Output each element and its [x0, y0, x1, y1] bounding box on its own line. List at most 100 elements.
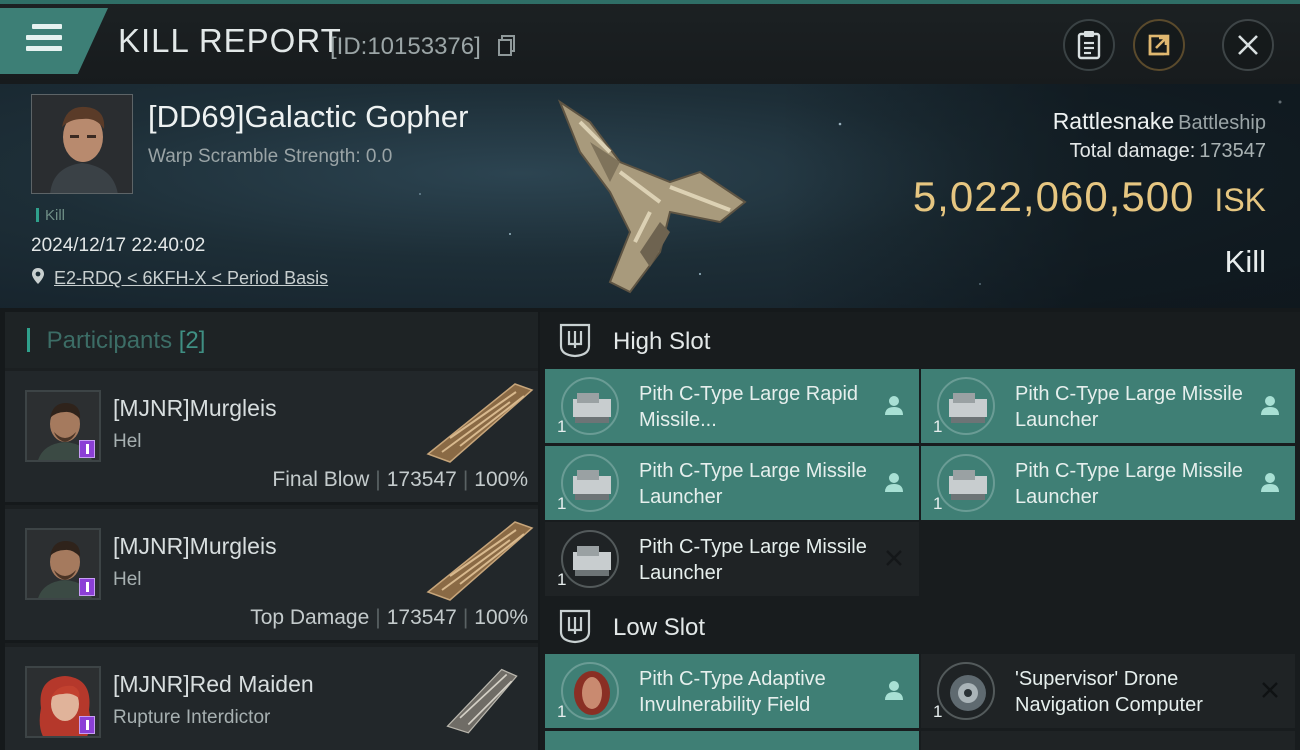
participant-ship: Rupture Interdictor	[113, 707, 271, 728]
person-icon	[1261, 396, 1279, 415]
module-item[interactable]: 1 Pith C-Type Large Missile Launcher	[921, 446, 1295, 520]
module-name: Pith C-Type Large Missile Launcher	[1015, 460, 1243, 508]
participant-ship: Hel	[113, 569, 142, 590]
module-image	[561, 662, 619, 720]
close-icon	[1238, 35, 1258, 55]
module-item[interactable]: 1 Pith C-Type Large Missile Launcher	[545, 446, 919, 520]
person-icon	[885, 681, 903, 700]
module-image	[561, 454, 619, 512]
participant-damage: 173547	[386, 468, 457, 491]
high-slot-header: High Slot	[540, 312, 1300, 368]
isk-unit: ISK	[1214, 182, 1266, 218]
participant-ship-image	[426, 383, 534, 463]
missile-launcher-icon	[573, 470, 611, 500]
missile-launcher-icon	[573, 393, 611, 423]
victim-name: [DD69]Galactic Gopher	[148, 99, 469, 134]
clipboard-icon	[1077, 31, 1101, 60]
location-link[interactable]: E2-RDQ < 6KFH-X < Period Basis	[54, 268, 328, 289]
person-icon	[885, 473, 903, 492]
participant-percent: 100%	[474, 606, 528, 629]
module-image	[561, 530, 619, 588]
module-image	[937, 377, 995, 435]
module-item[interactable]: 1 Pith C-Type Large Missile Launcher	[921, 369, 1295, 443]
module-name: 'Supervisor' Drone Navigation Computer	[1015, 668, 1203, 716]
module-image	[561, 377, 619, 435]
module-quantity: 1	[557, 417, 567, 436]
alliance-badge-icon	[79, 716, 95, 734]
participant-row[interactable]: [MJNR]Red Maiden Rupture Interdictor	[5, 647, 538, 750]
module-quantity: 1	[557, 702, 567, 721]
hamburger-menu-icon[interactable]	[26, 24, 62, 58]
participant-name: [MJNR]Red Maiden	[113, 671, 314, 697]
total-damage-value: 173547	[1199, 140, 1266, 162]
high-slot-icon	[559, 323, 591, 358]
ship-class: Battleship	[1178, 112, 1266, 134]
module-image	[937, 662, 995, 720]
total-damage: Total damage: 173547	[1070, 140, 1266, 163]
victim-ship-image	[557, 99, 747, 294]
copy-icon[interactable]	[498, 35, 516, 57]
participants-title: Participants [2]	[27, 327, 206, 355]
person-icon	[1261, 473, 1279, 492]
participants-title-text: Participants	[46, 327, 173, 354]
low-slot-header: Low Slot	[540, 598, 1300, 654]
low-slot-icon	[559, 609, 591, 644]
kill-tag: Kill	[36, 207, 65, 224]
participant-row[interactable]: [MJNR]Murgleis Hel Top Damage | 173547 | 100…	[5, 509, 538, 643]
module-item[interactable]	[545, 731, 919, 750]
participant-role: Top Damage	[250, 606, 370, 629]
alliance-badge-icon	[79, 578, 95, 596]
share-button[interactable]	[1133, 19, 1185, 71]
destroyed-x-icon	[886, 550, 902, 566]
destroyed-x-icon	[1262, 682, 1278, 698]
module-name: Pith C-Type Large Missile Launcher	[639, 460, 867, 508]
report-id: [ID:10153376]	[330, 33, 481, 60]
warp-scramble-strength: Warp Scramble Strength: 0.0	[148, 146, 393, 167]
isk-amount: 5,022,060,500	[912, 173, 1195, 220]
module-name: Pith C-Type Large Rapid Missile...	[639, 383, 859, 431]
module-quantity: 1	[933, 702, 943, 721]
module-item[interactable]: 1 'Supervisor' Drone Navigation Computer	[921, 654, 1295, 728]
module-item[interactable]: 1 Pith C-Type Adaptive Invulnerability F…	[545, 654, 919, 728]
module-name: Pith C-Type Adaptive Invulnerability Fie…	[639, 668, 826, 716]
module-quantity: 1	[557, 494, 567, 513]
high-slot-title: High Slot	[613, 328, 711, 355]
missile-launcher-icon	[949, 470, 987, 500]
report-result: Kill	[1224, 244, 1266, 279]
module-name: Pith C-Type Large Missile Launcher	[1015, 383, 1243, 431]
participant-name: [MJNR]Murgleis	[113, 533, 277, 559]
low-slot-title: Low Slot	[613, 614, 706, 641]
total-damage-label: Total damage:	[1069, 140, 1196, 162]
participant-damage: 173547	[386, 606, 457, 629]
page-title: KILL REPORT	[118, 22, 342, 59]
fitting-panel: High Slot 1 Pith C-Type Large Rapid Miss…	[540, 312, 1300, 750]
location-pin-icon	[32, 268, 44, 284]
person-icon	[885, 396, 903, 415]
clipboard-report-button[interactable]	[1063, 19, 1115, 71]
module-quantity: 1	[933, 494, 943, 513]
module-quantity: 1	[557, 570, 567, 589]
alliance-badge-icon	[79, 440, 95, 458]
participants-count: [2]	[178, 327, 206, 354]
missile-launcher-icon	[573, 546, 611, 576]
participant-role: Final Blow	[272, 468, 370, 491]
navigation-computer-icon	[950, 675, 986, 711]
participants-header: Participants [2]	[5, 312, 538, 368]
module-quantity: 1	[933, 417, 943, 436]
module-item[interactable]: 1 Pith C-Type Large Rapid Missile...	[545, 369, 919, 443]
participant-percent: 100%	[474, 468, 528, 491]
victim-summary-panel: [DD69]Galactic Gopher Warp Scramble Stre…	[0, 84, 1300, 308]
top-bar: KILL REPORT [ID:10153376]	[0, 0, 1300, 84]
isk-value: 5,022,060,500 ISK	[913, 173, 1266, 221]
participant-ship-image	[426, 521, 534, 601]
top-accent-line	[0, 0, 1300, 4]
close-button[interactable]	[1222, 19, 1274, 71]
victim-avatar[interactable]	[31, 94, 133, 194]
participants-panel: Participants [2] [MJNR]Murgleis Hel Fina…	[5, 312, 538, 750]
kill-datetime: 2024/12/17 22:40:02	[31, 235, 206, 256]
module-item[interactable]	[921, 731, 1295, 750]
participant-row[interactable]: [MJNR]Murgleis Hel Final Blow | 173547 | 100…	[5, 371, 538, 505]
missile-launcher-icon	[949, 393, 987, 423]
participant-ship: Hel	[113, 431, 142, 452]
module-item[interactable]: 1 Pith C-Type Large Missile Launcher	[545, 522, 919, 596]
